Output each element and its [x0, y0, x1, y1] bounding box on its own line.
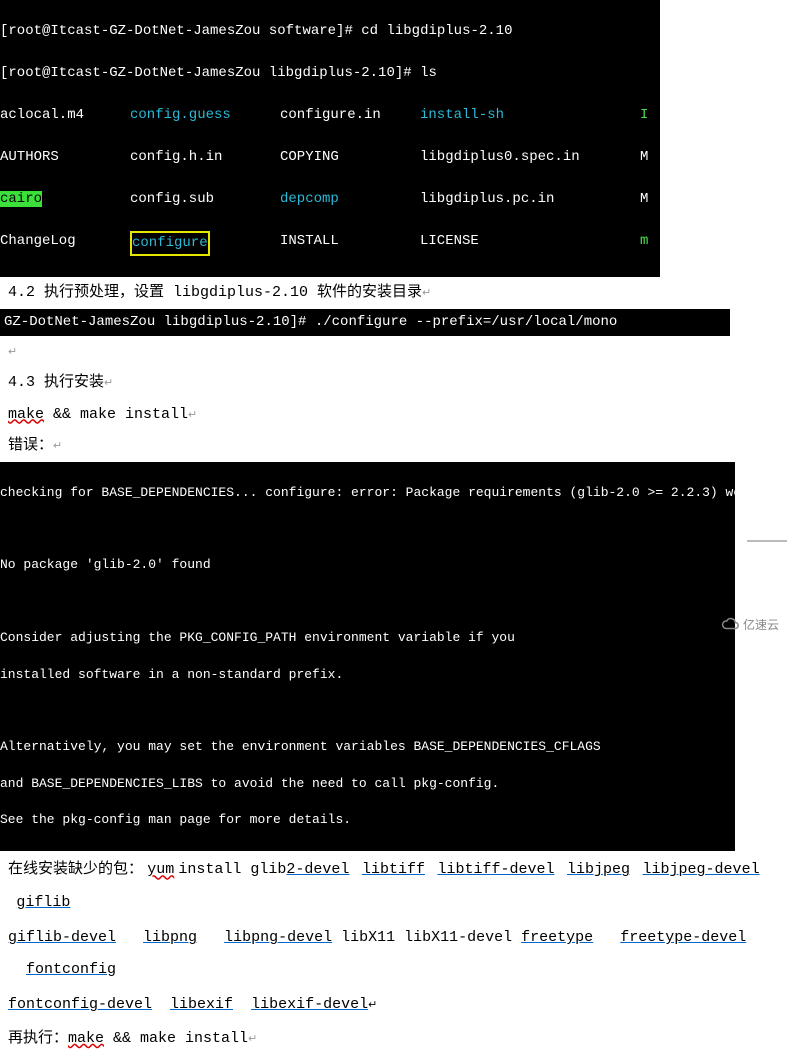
rule-fragment	[747, 540, 787, 542]
pkg: giflib-devel	[8, 929, 116, 946]
highlight-cairo: cairo	[0, 191, 42, 207]
pkg: freetype-devel	[620, 929, 746, 946]
watermark: 亿速云	[721, 615, 779, 633]
pkg: libjpeg-devel	[643, 861, 760, 878]
term-row: cairoconfig.subdepcomplibgdiplus.pc.inM	[0, 189, 660, 210]
pkg: fontconfig-devel	[8, 996, 152, 1013]
pkg: libexif-devel	[251, 996, 368, 1013]
term-row: AUTHORSconfig.h.inCOPYINGlibgdiplus0.spe…	[0, 147, 660, 168]
cloud-icon	[721, 615, 739, 633]
pkg: libpng	[143, 929, 197, 946]
pkg: libjpeg	[567, 861, 630, 878]
pkg: libtiff-devel	[437, 861, 554, 878]
terminal-ls-output: [root@Itcast-GZ-DotNet-JamesZou software…	[0, 0, 660, 277]
highlight-configure: configure	[130, 231, 210, 256]
section-4-2: 4.2 执行预处理，设置 libgdiplus-2.10 软件的安装目录↵	[0, 277, 787, 309]
terminal-configure: GZ-DotNet-JamesZou libgdiplus-2.10]# ./c…	[0, 309, 730, 336]
pkg: freetype	[521, 929, 593, 946]
terminal-error-output: checking for BASE_DEPENDENCIES... config…	[0, 462, 735, 852]
pkg: libtiff	[362, 861, 425, 878]
blank-marker: ↵	[0, 336, 787, 368]
make-line: make && make install↵	[0, 399, 787, 431]
pkg-install-line3: fontconfig-devel libexif libexif-devel↵	[0, 987, 787, 1023]
pkg: giflib	[16, 894, 70, 911]
pkg: libexif	[170, 996, 233, 1013]
pkg: libpng-devel	[224, 929, 332, 946]
term-row: ChangeLogconfigureINSTALLLICENSEm	[0, 231, 660, 256]
error-label: 错误：↵	[0, 430, 787, 462]
term-line: [root@Itcast-GZ-DotNet-JamesZou libgdipl…	[0, 63, 660, 84]
pkg-install-line2: giflib-devel libpng libpng-devel libX11 …	[0, 920, 787, 987]
term-line: [root@Itcast-GZ-DotNet-JamesZou software…	[0, 21, 660, 42]
pkg: fontconfig	[26, 961, 116, 978]
rerun-line: 再执行：make && make install↵	[0, 1023, 787, 1055]
pkg-install-line1: 在线安装缺少的包： yum install glib2-devel libtif…	[0, 851, 787, 920]
term-row: aclocal.m4config.guessconfigure.ininstal…	[0, 105, 660, 126]
section-4-3: 4.3 执行安装↵	[0, 367, 787, 399]
